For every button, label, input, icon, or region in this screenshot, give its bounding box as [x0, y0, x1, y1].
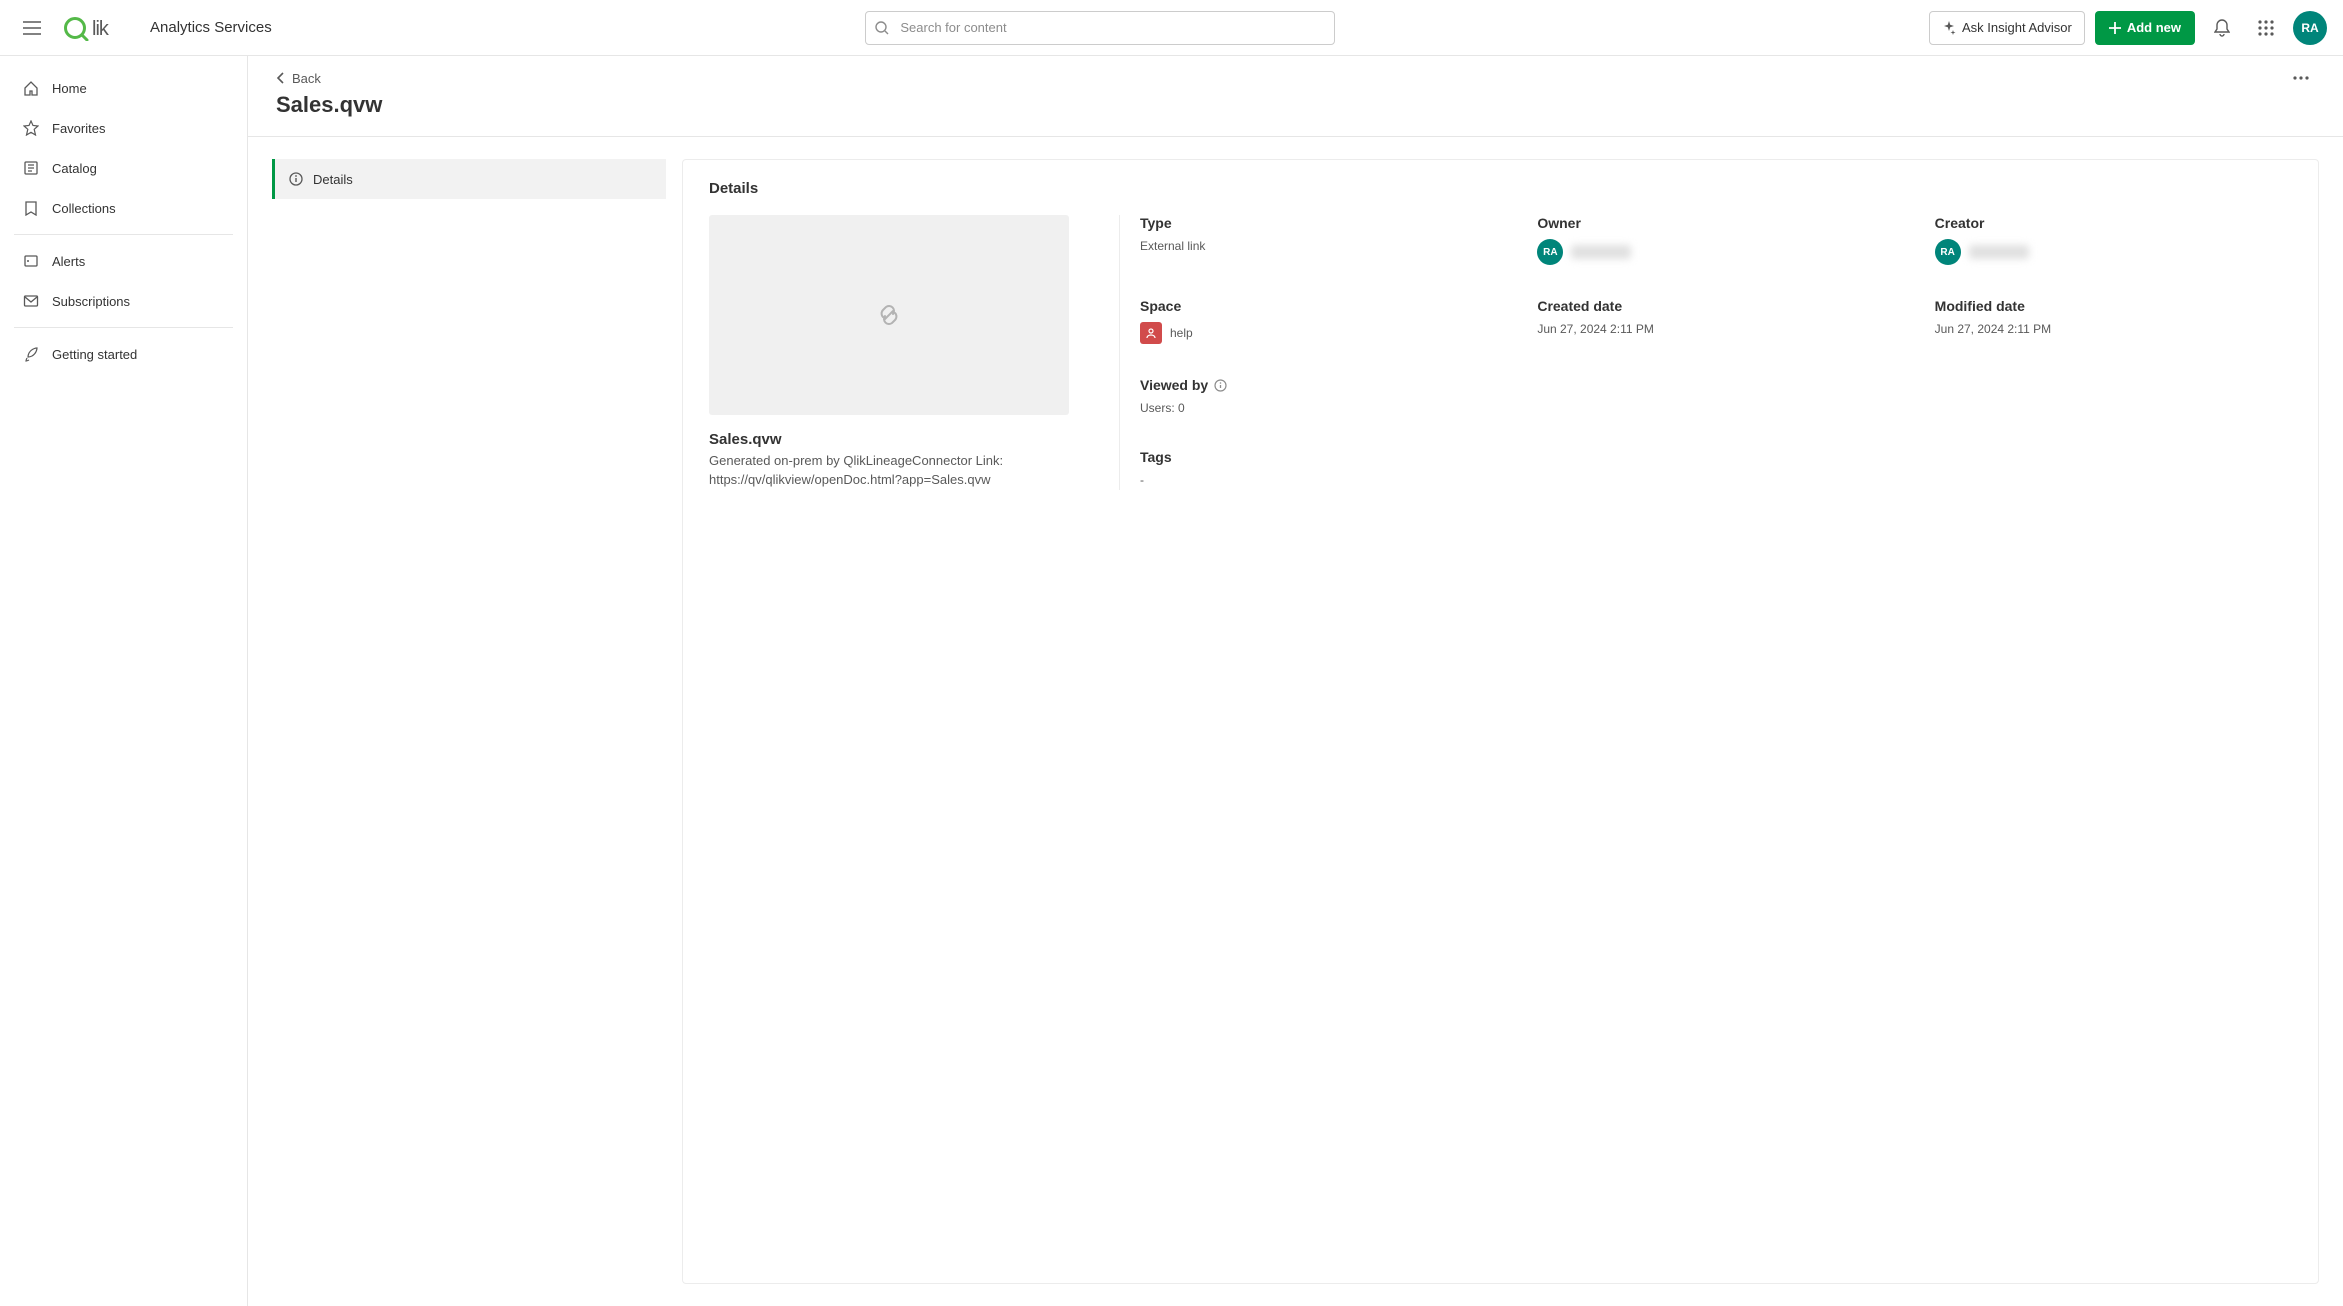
meta-label: Creator	[1935, 215, 2292, 231]
sidebar-item-favorites[interactable]: Favorites	[14, 108, 233, 148]
meta-value: -	[1140, 473, 1497, 487]
qlik-logo[interactable]: lik	[64, 15, 134, 41]
meta-empty2	[1935, 377, 2292, 418]
details-panel: Details Sales.qvw Generated on-prem by Q…	[682, 159, 2319, 1284]
left-tabs: Details	[272, 159, 666, 1284]
meta-value: Users: 0	[1140, 401, 1497, 415]
meta-label: Owner	[1537, 215, 1894, 231]
nav-divider	[14, 234, 233, 235]
topbar: lik Analytics Services Ask Insight Advis…	[0, 0, 2343, 56]
meta-modified: Modified date Jun 27, 2024 2:11 PM	[1935, 298, 2292, 347]
alerts-icon	[22, 253, 40, 269]
back-label: Back	[292, 71, 321, 86]
owner-avatar: RA	[1537, 239, 1563, 265]
hamburger-menu[interactable]	[16, 12, 48, 44]
meta-created: Created date Jun 27, 2024 2:11 PM	[1537, 298, 1894, 347]
meta-tags: Tags -	[1140, 449, 1497, 490]
home-icon	[22, 80, 40, 96]
meta-value[interactable]: help	[1140, 322, 1497, 344]
sidebar-item-label: Alerts	[52, 254, 85, 269]
bell-icon	[2214, 19, 2230, 37]
tab-details[interactable]: Details	[272, 159, 666, 199]
sidebar-item-label: Collections	[52, 201, 116, 216]
app-launcher-button[interactable]	[2249, 11, 2283, 45]
product-name: Analytics Services	[150, 19, 272, 36]
tab-label: Details	[313, 172, 353, 187]
svg-text:lik: lik	[92, 18, 110, 40]
collections-icon	[22, 200, 40, 216]
meta-label: Created date	[1537, 298, 1894, 314]
metadata-grid: Type External link Owner RA Creator	[1119, 215, 2292, 490]
search-icon	[875, 21, 889, 35]
sidebar-item-alerts[interactable]: Alerts	[14, 241, 233, 281]
meta-space: Space help	[1140, 298, 1497, 347]
sidebar-item-collections[interactable]: Collections	[14, 188, 233, 228]
sidebar-item-getting-started[interactable]: Getting started	[14, 334, 233, 374]
creator-name-redacted	[1969, 245, 2029, 259]
hamburger-icon	[23, 21, 41, 35]
creator-avatar: RA	[1935, 239, 1961, 265]
owner-name-redacted	[1571, 245, 1631, 259]
grid-icon	[2258, 20, 2274, 36]
back-link[interactable]: Back	[276, 71, 321, 86]
add-new-button[interactable]: Add new	[2095, 11, 2195, 45]
meta-value: RA	[1537, 239, 1894, 265]
nav-divider	[14, 327, 233, 328]
info-icon[interactable]	[1214, 379, 1227, 392]
meta-empty1	[1537, 377, 1894, 418]
notifications-button[interactable]	[2205, 11, 2239, 45]
meta-value: RA	[1935, 239, 2292, 265]
meta-viewedby: Viewed by Users: 0	[1140, 377, 1497, 418]
catalog-icon	[22, 160, 40, 176]
search-input[interactable]	[865, 11, 1335, 45]
sidebar-item-label: Subscriptions	[52, 294, 130, 309]
rocket-icon	[22, 346, 40, 362]
space-name: help	[1170, 326, 1193, 340]
sparkle-icon	[1942, 21, 1956, 35]
mail-icon	[22, 293, 40, 309]
panel-title: Details	[709, 180, 2292, 197]
star-icon	[22, 120, 40, 136]
info-icon	[289, 172, 303, 186]
qlik-logo-icon: lik	[64, 15, 134, 41]
sidebar-item-label: Home	[52, 81, 87, 96]
sidebar: Home Favorites Catalog Collections Alert…	[0, 56, 248, 1306]
sidebar-item-label: Getting started	[52, 347, 137, 362]
meta-value: Jun 27, 2024 2:11 PM	[1935, 322, 2292, 336]
ellipsis-icon	[2293, 76, 2309, 80]
chevron-left-icon	[276, 72, 286, 84]
meta-label: Modified date	[1935, 298, 2292, 314]
meta-type: Type External link	[1140, 215, 1497, 268]
meta-owner: Owner RA	[1537, 215, 1894, 268]
insight-label: Ask Insight Advisor	[1962, 20, 2072, 35]
item-thumbnail	[709, 215, 1069, 415]
meta-value: External link	[1140, 239, 1497, 253]
sidebar-item-label: Catalog	[52, 161, 97, 176]
page-header: Back Sales.qvw	[248, 56, 2343, 137]
viewedby-label-text: Viewed by	[1140, 377, 1208, 393]
item-card: Sales.qvw Generated on-prem by QlikLinea…	[709, 215, 1069, 490]
meta-label: Type	[1140, 215, 1497, 231]
addnew-label: Add new	[2127, 20, 2181, 35]
sidebar-item-subscriptions[interactable]: Subscriptions	[14, 281, 233, 321]
meta-value: Jun 27, 2024 2:11 PM	[1537, 322, 1894, 336]
page-title: Sales.qvw	[276, 92, 2315, 118]
plus-icon	[2109, 22, 2121, 34]
space-icon	[1140, 322, 1162, 344]
link-icon	[869, 295, 909, 335]
sidebar-item-label: Favorites	[52, 121, 105, 136]
meta-label: Tags	[1140, 449, 1497, 465]
search-wrap	[865, 11, 1335, 45]
sidebar-item-catalog[interactable]: Catalog	[14, 148, 233, 188]
more-actions-button[interactable]	[2287, 70, 2315, 86]
meta-creator: Creator RA	[1935, 215, 2292, 268]
sidebar-item-home[interactable]: Home	[14, 68, 233, 108]
user-avatar[interactable]: RA	[2293, 11, 2327, 45]
item-title: Sales.qvw	[709, 431, 1069, 448]
meta-label: Viewed by	[1140, 377, 1497, 393]
ask-insight-advisor-button[interactable]: Ask Insight Advisor	[1929, 11, 2085, 45]
meta-label: Space	[1140, 298, 1497, 314]
item-description: Generated on-prem by QlikLineageConnecto…	[709, 452, 1069, 490]
